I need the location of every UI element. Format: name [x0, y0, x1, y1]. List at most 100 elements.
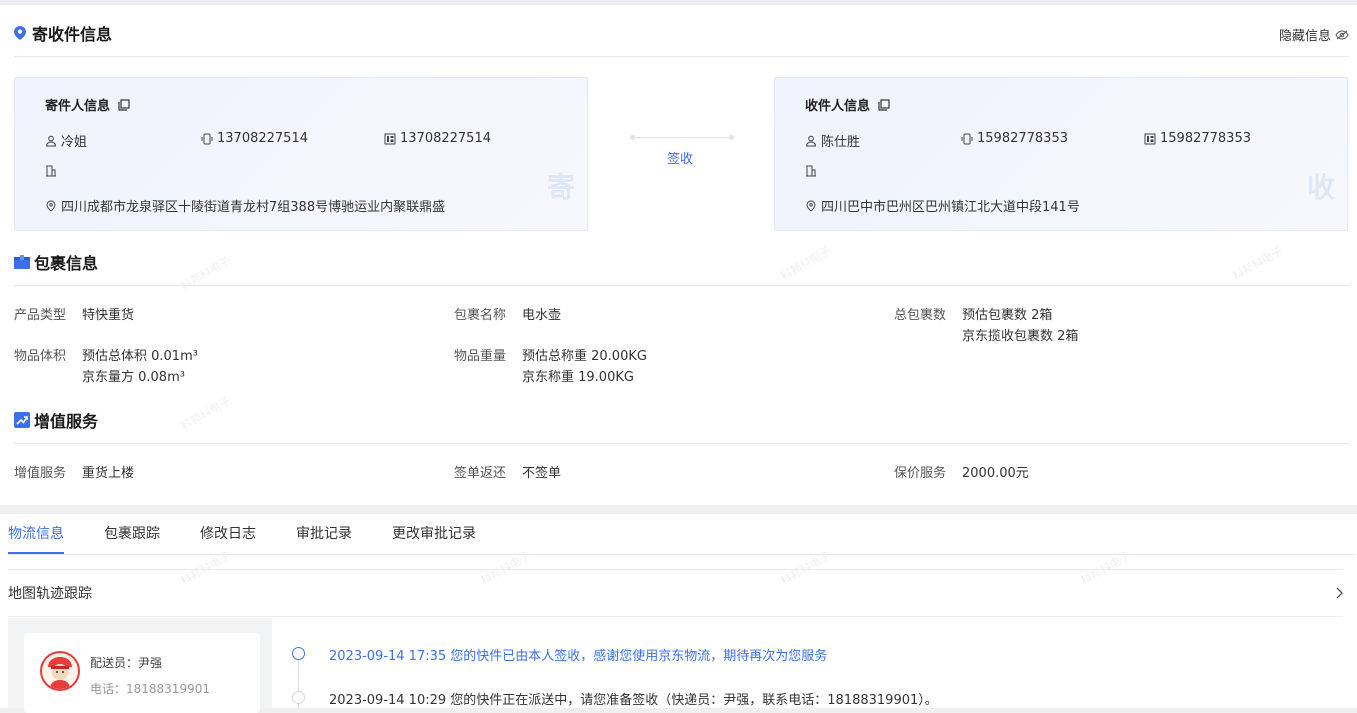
sender-title-text: 寄件人信息 [45, 99, 111, 114]
chevron-right-icon [1336, 587, 1343, 599]
receiver-badge: 收 [1306, 171, 1335, 204]
package-count-field: 总包裹数 预估包裹数 2箱 京东揽收包裹数 2箱 [894, 305, 1078, 347]
timeline-dot [292, 691, 305, 704]
package-icon [14, 254, 30, 269]
timeline-entry: 2023-09-14 17:35 您的快件已由本人签收，感谢您使用京东物流，期待… [329, 649, 828, 664]
contact-section-header: 寄收件信息 隐藏信息 [14, 9, 1349, 57]
section-title: 包裹信息 [34, 253, 99, 273]
timeline-dot-active [292, 647, 305, 660]
section-gap [0, 505, 1357, 514]
field-value: 特快重货 [82, 308, 135, 323]
receiver-mobile-row: 15982778353 [961, 131, 1068, 146]
courier-name: 配送员：尹强 [90, 656, 163, 670]
receiver-title: 收件人信息 [805, 95, 890, 114]
courier-phone: 电话：18188319901 [90, 682, 210, 696]
weight-field: 物品重量 预估总称重 20.00KG 京东称重 19.00KG [454, 346, 647, 388]
courier-panel: 配送员：尹强 电话：18188319901 [8, 618, 272, 713]
sender-name-row: 冷姐 [45, 131, 87, 150]
map-track-row[interactable]: 地图轨迹跟踪 [8, 569, 1343, 617]
field-label: 物品体积 [14, 349, 67, 364]
mobile-icon [201, 133, 213, 144]
service-field: 增值服务 重货上楼 [14, 463, 134, 484]
tabs-divider [8, 554, 1355, 555]
field-value: 京东称重 19.00KG [522, 370, 634, 385]
mobile-icon [961, 133, 973, 144]
field-value: 重货上楼 [82, 466, 135, 481]
building-icon [46, 165, 56, 177]
courier-avatar [40, 651, 80, 691]
map-track-label: 地图轨迹跟踪 [8, 586, 92, 602]
receiver-name: 陈仕胜 [821, 135, 861, 150]
sender-mobile-row: 13708227514 [201, 131, 308, 146]
hide-info-toggle[interactable]: 隐藏信息 [1279, 25, 1349, 44]
field-label: 增值服务 [14, 466, 67, 481]
section-title: 寄收件信息 [32, 24, 113, 44]
order-detail-card: 科邦科电子 科邦科电子 科邦科电子 科邦科电子 科邦科电子 科邦科电子 科邦科电… [0, 5, 1357, 505]
courier-avatar-icon [48, 657, 72, 689]
hide-info-label: 隐藏信息 [1278, 29, 1331, 44]
receiver-address: 四川巴中市巴州区巴州镇江北大道中段141号 [821, 200, 1080, 215]
field-label: 产品类型 [14, 308, 67, 323]
status-connector [630, 135, 734, 140]
field-value: 预估包裹数 2箱 [962, 308, 1053, 323]
tab-approval-records[interactable]: 审批记录 [296, 514, 352, 554]
courier-card: 配送员：尹强 电话：18188319901 [24, 633, 260, 713]
field-label: 物品重量 [454, 349, 507, 364]
receiver-name-row: 陈仕胜 [805, 131, 860, 150]
eye-icon [1335, 29, 1349, 40]
tab-package-tracking[interactable]: 包裹跟踪 [104, 514, 160, 554]
copy-icon[interactable] [878, 98, 890, 111]
field-label: 保价服务 [894, 466, 947, 481]
address-pin-icon [46, 199, 56, 212]
package-name-field: 包裹名称 电水壶 [454, 305, 561, 326]
return-receipt-field: 签单返还 不签单 [454, 463, 561, 484]
field-value: 京东揽收包裹数 2箱 [962, 329, 1079, 344]
field-label: 签单返还 [454, 466, 507, 481]
field-value: 预估总体积 0.01m³ [82, 349, 198, 364]
sender-info-box: 寄件人信息 冷姐 13708227514 13708227514 四川成都市龙泉… [14, 77, 588, 231]
logistics-panel: 科邦科电子 科邦科电子 科邦科电子 科邦科电子 物流信息 包裹跟踪 修改日志 审… [0, 514, 1357, 713]
receiver-phone-row: 15982778353 [1144, 131, 1251, 146]
timeline-entry: 2023-09-14 10:29 您的快件正在派送中，请您准备签收（快递员：尹强… [329, 693, 938, 708]
person-icon [805, 135, 817, 146]
field-value: 电水壶 [522, 308, 562, 323]
receiver-mobile: 15982778353 [977, 131, 1068, 146]
section-title: 增值服务 [34, 411, 99, 431]
telephone-icon [384, 133, 396, 144]
receiver-company-row [805, 165, 817, 177]
receiver-info-box: 收件人信息 陈仕胜 15982778353 15982778353 四川巴中市巴… [774, 77, 1348, 231]
volume-field: 物品体积 预估总体积 0.01m³ 京东量方 0.08m³ [14, 346, 198, 388]
sender-title: 寄件人信息 [45, 95, 130, 114]
sender-mobile: 13708227514 [217, 131, 308, 146]
receiver-phone: 15982778353 [1160, 131, 1251, 146]
receiver-address-row: 四川巴中市巴州区巴州镇江北大道中段141号 [805, 196, 1080, 215]
field-label: 总包裹数 [894, 308, 947, 323]
package-section-header: 包裹信息 [14, 238, 1349, 286]
location-icon [14, 25, 26, 40]
sender-badge: 寄 [546, 171, 575, 204]
product-type-field: 产品类型 特快重货 [14, 305, 134, 326]
field-value: 预估总称重 20.00KG [522, 349, 647, 364]
logistics-timeline: 2023-09-14 17:35 您的快件已由本人签收，感谢您使用京东物流，期待… [290, 618, 1357, 708]
sender-phone-row: 13708227514 [384, 131, 491, 146]
receiver-title-text: 收件人信息 [805, 99, 871, 114]
sender-name: 冷姐 [61, 135, 88, 150]
building-icon [806, 165, 816, 177]
address-pin-icon [806, 199, 816, 212]
sender-address: 四川成都市龙泉驿区十陵街道青龙村7组388号博驰运业内聚联鼎盛 [61, 200, 446, 215]
insurance-field: 保价服务 2000.00元 [894, 463, 1029, 484]
trend-chart-icon [14, 411, 30, 428]
tab-change-log[interactable]: 修改日志 [200, 514, 256, 554]
sender-phone: 13708227514 [400, 131, 491, 146]
tab-change-approval-records[interactable]: 更改审批记录 [392, 514, 476, 554]
sender-address-row: 四川成都市龙泉驿区十陵街道青龙村7组388号博驰运业内聚联鼎盛 [45, 196, 445, 215]
field-value: 2000.00元 [962, 466, 1029, 481]
delivery-status: 签收 [667, 152, 694, 167]
copy-icon[interactable] [118, 98, 130, 111]
field-value: 京东量方 0.08m³ [82, 370, 185, 385]
field-label: 包裹名称 [454, 308, 507, 323]
sender-company-row [45, 165, 57, 177]
tab-logistics-info[interactable]: 物流信息 [8, 514, 64, 554]
value-added-section-header: 增值服务 [14, 396, 1349, 444]
telephone-icon [1144, 133, 1156, 144]
